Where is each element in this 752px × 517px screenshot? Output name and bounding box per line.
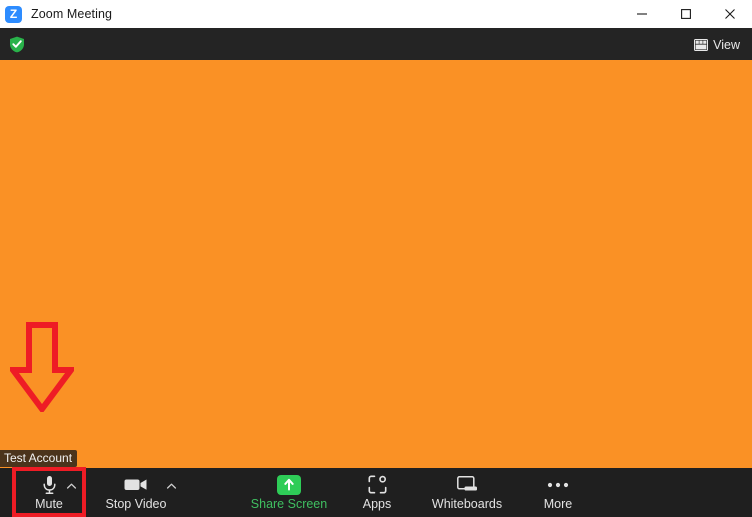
mute-button[interactable]: Mute xyxy=(12,468,86,517)
meeting-toolbar: Mute Stop Video Share Screen Apps Whiteb… xyxy=(0,468,752,517)
more-button-label: More xyxy=(543,497,573,511)
minimize-icon[interactable] xyxy=(620,0,664,28)
share-screen-button-label: Share Screen xyxy=(250,497,328,511)
shield-check-icon[interactable] xyxy=(9,36,25,53)
layout-grid-icon xyxy=(694,38,709,51)
maximize-icon[interactable] xyxy=(664,0,708,28)
meeting-topbar: View xyxy=(0,28,752,60)
mute-button-label: Mute xyxy=(35,497,63,511)
stop-video-button[interactable]: Stop Video xyxy=(100,468,172,517)
ellipsis-icon xyxy=(547,474,569,495)
apps-button-label: Apps xyxy=(362,497,392,511)
whiteboard-icon xyxy=(456,474,478,495)
titlebar: Z Zoom Meeting xyxy=(0,0,752,29)
video-stage: Test Account xyxy=(0,60,752,468)
window-controls xyxy=(620,0,752,28)
participant-name-label: Test Account xyxy=(0,450,78,467)
whiteboards-button[interactable]: Whiteboards xyxy=(420,468,514,517)
apps-button[interactable]: Apps xyxy=(349,468,405,517)
more-button[interactable]: More xyxy=(530,468,586,517)
share-screen-icon xyxy=(277,474,301,495)
view-button[interactable]: View xyxy=(690,34,744,55)
stop-video-button-label: Stop Video xyxy=(105,497,167,511)
zoom-logo-icon: Z xyxy=(5,5,22,23)
close-icon[interactable] xyxy=(708,0,752,28)
video-camera-icon xyxy=(124,474,148,495)
down-arrow-annotation-icon xyxy=(10,322,74,412)
apps-brackets-icon xyxy=(368,474,387,495)
window-title: Zoom Meeting xyxy=(31,7,113,21)
zoom-meeting-window: Z Zoom Meeting View Test Account Mute St… xyxy=(0,0,752,517)
microphone-icon xyxy=(42,474,57,495)
share-screen-button[interactable]: Share Screen xyxy=(245,468,333,517)
share-arrow-up-icon xyxy=(277,474,301,495)
mute-options-chevron-up-icon[interactable] xyxy=(66,479,77,490)
whiteboards-button-label: Whiteboards xyxy=(431,497,503,511)
video-options-chevron-up-icon[interactable] xyxy=(166,479,177,490)
view-button-label: View xyxy=(713,37,740,52)
